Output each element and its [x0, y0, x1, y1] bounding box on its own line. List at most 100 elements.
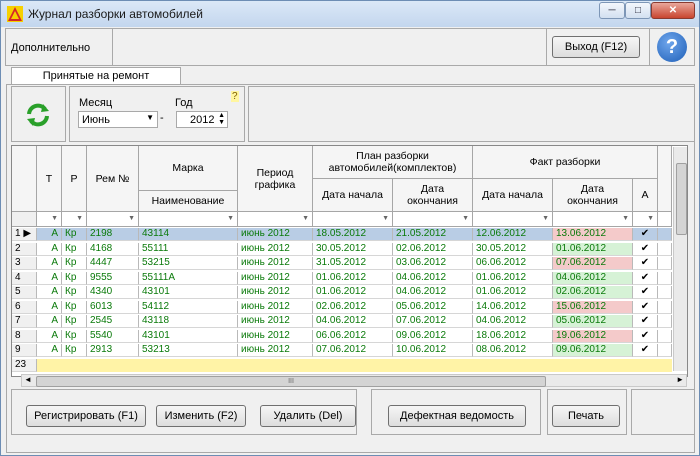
- year-spinner[interactable]: 2012 ▲ ▼: [176, 111, 228, 128]
- delete-button[interactable]: Удалить (Del): [260, 405, 356, 427]
- cell-a-checkbox[interactable]: ✔: [633, 286, 658, 299]
- filter-cell[interactable]: ▼: [633, 212, 658, 227]
- cell-a-checkbox[interactable]: ✔: [633, 315, 658, 328]
- filter-cell[interactable]: ▼: [238, 212, 313, 227]
- filter-cell[interactable]: ▼: [553, 212, 633, 227]
- cell-period: июнь 2012: [238, 228, 313, 241]
- cell-a-checkbox[interactable]: ✔: [633, 344, 658, 357]
- cell-fact-start: 08.06.2012: [473, 344, 553, 357]
- extra-menu-label[interactable]: Дополнительно: [11, 42, 90, 54]
- chevron-down-icon: ▼: [51, 215, 58, 222]
- table-row[interactable]: 9 А Кр 2913 53213 июнь 2012 07.06.2012 10.06.20…: [12, 344, 672, 357]
- cell-p: Кр: [62, 271, 87, 285]
- header-fact-start[interactable]: Дата начала: [473, 179, 553, 212]
- vertical-scrollbar[interactable]: [673, 147, 687, 371]
- help-icon[interactable]: ?: [657, 32, 687, 62]
- vertical-scroll-thumb[interactable]: [676, 163, 687, 235]
- exit-button[interactable]: Выход (F12): [552, 36, 640, 58]
- row-header-corner: [12, 146, 37, 212]
- chevron-down-icon: ▼: [302, 215, 309, 222]
- table-row[interactable]: 4 А Кр 9555 55111А июнь 2012 01.06.2012 04.06.2…: [12, 271, 672, 285]
- table-row[interactable]: 2 А Кр 4168 55111 июнь 2012 30.05.2012 02.06.20…: [12, 242, 672, 256]
- table-row[interactable]: 1 ▶ А Кр 2198 43114 июнь 2012 18.05.2012 21.05.…: [12, 228, 672, 241]
- filter-cell[interactable]: ▼: [313, 212, 393, 227]
- cell-p: Кр: [62, 300, 87, 314]
- header-marka[interactable]: Марка: [139, 146, 238, 191]
- defect-list-button[interactable]: Дефектная ведомость: [388, 405, 526, 427]
- print-button[interactable]: Печать: [552, 405, 620, 427]
- register-button[interactable]: Регистрировать (F1): [26, 405, 146, 427]
- table-row[interactable]: 3 А Кр 4447 53215 июнь 2012 31.05.2012 03.06.20…: [12, 257, 672, 270]
- scroll-left-icon[interactable]: ◄: [24, 375, 32, 384]
- filter-cell[interactable]: ▼: [393, 212, 473, 227]
- header-p[interactable]: Р: [62, 146, 87, 212]
- filter-cell[interactable]: ▼: [87, 212, 139, 227]
- spinner-arrows-icon[interactable]: ▲ ▼: [218, 112, 225, 126]
- horizontal-scrollbar[interactable]: ◄ III ►: [21, 374, 687, 387]
- cell-p: Кр: [62, 228, 87, 241]
- row-number: 9: [12, 344, 37, 357]
- toolbar: Дополнительно Выход (F12) ?: [5, 28, 695, 66]
- cell-fact-start: 18.06.2012: [473, 329, 553, 343]
- table-row[interactable]: 5 А Кр 4340 43101 июнь 2012 01.06.2012 04.06.20…: [12, 286, 672, 299]
- cell-plan-end: 02.06.2012: [393, 242, 473, 256]
- header-period[interactable]: Период графика: [238, 146, 313, 212]
- header-fact: Факт разборки: [473, 146, 658, 179]
- horizontal-scroll-thumb[interactable]: III: [36, 376, 546, 387]
- scroll-right-icon[interactable]: ►: [676, 375, 684, 384]
- header-plan-end[interactable]: Дата окончания: [393, 179, 473, 212]
- cell-rem: 4340: [87, 286, 139, 299]
- tab-accepted-cars[interactable]: Принятые на ремонт автомобили: [11, 67, 181, 98]
- cell-plan-end: 21.05.2012: [393, 228, 473, 241]
- cell-marka: 53215: [139, 257, 238, 270]
- cell-fact-end: 09.06.2012: [553, 344, 633, 357]
- cell-a-checkbox[interactable]: ✔: [633, 242, 658, 256]
- cell-period: июнь 2012: [238, 315, 313, 328]
- cell-rem: 2198: [87, 228, 139, 241]
- close-button[interactable]: ✕: [651, 2, 695, 19]
- header-a[interactable]: А: [633, 179, 658, 212]
- table-row[interactable]: 6 А Кр 6013 54112 июнь 2012 02.06.2012 05.06.20…: [12, 300, 672, 314]
- cell-plan-start: 30.05.2012: [313, 242, 393, 256]
- cell-p: Кр: [62, 329, 87, 343]
- cell-period: июнь 2012: [238, 271, 313, 285]
- cell-plan-end: 03.06.2012: [393, 257, 473, 270]
- cell-a-checkbox[interactable]: ✔: [633, 300, 658, 314]
- cell-extra: [658, 300, 672, 314]
- cell-a-checkbox[interactable]: ✔: [633, 257, 658, 270]
- cell-a-checkbox[interactable]: ✔: [633, 271, 658, 285]
- cell-a-checkbox[interactable]: ✔: [633, 329, 658, 343]
- cell-t: А: [37, 315, 62, 328]
- edit-button[interactable]: Изменить (F2): [156, 405, 246, 427]
- month-select[interactable]: Июнь ▼: [78, 111, 158, 128]
- cell-plan-start: 06.06.2012: [313, 329, 393, 343]
- filter-cell: [658, 212, 672, 227]
- action-group-defect: Дефектная ведомость: [371, 389, 541, 435]
- header-plan-start[interactable]: Дата начала: [313, 179, 393, 212]
- cell-t: А: [37, 329, 62, 343]
- cell-p: Кр: [62, 315, 87, 328]
- header-naim[interactable]: Наименование: [139, 191, 238, 212]
- header-rem[interactable]: Рем №: [87, 146, 139, 212]
- hint-icon[interactable]: ?: [231, 91, 239, 102]
- row-number: 1 ▶: [12, 228, 37, 241]
- filter-cell[interactable]: ▼: [473, 212, 553, 227]
- header-t[interactable]: Т: [37, 146, 62, 212]
- filter-cell[interactable]: ▼: [62, 212, 87, 227]
- cell-rem: 4168: [87, 242, 139, 256]
- maximize-button[interactable]: □: [625, 2, 651, 19]
- cell-plan-start: 01.06.2012: [313, 271, 393, 285]
- minimize-button[interactable]: ─: [599, 2, 625, 19]
- row-number: 2: [12, 242, 37, 256]
- refresh-icon[interactable]: [25, 102, 51, 128]
- cell-plan-start: 02.06.2012: [313, 300, 393, 314]
- cell-fact-start: 06.06.2012: [473, 257, 553, 270]
- month-label: Месяц: [79, 97, 113, 109]
- filter-cell[interactable]: ▼: [37, 212, 62, 227]
- table-row[interactable]: 8 А Кр 5540 43101 июнь 2012 06.06.2012 09.06.20…: [12, 329, 672, 343]
- filter-cell[interactable]: ▼: [139, 212, 238, 227]
- cell-a-checkbox[interactable]: ✔: [633, 228, 658, 241]
- table-row[interactable]: 7 А Кр 2545 43118 июнь 2012 04.06.2012 07.06.20…: [12, 315, 672, 328]
- cell-plan-start: 31.05.2012: [313, 257, 393, 270]
- header-fact-end[interactable]: Дата окончания: [553, 179, 633, 212]
